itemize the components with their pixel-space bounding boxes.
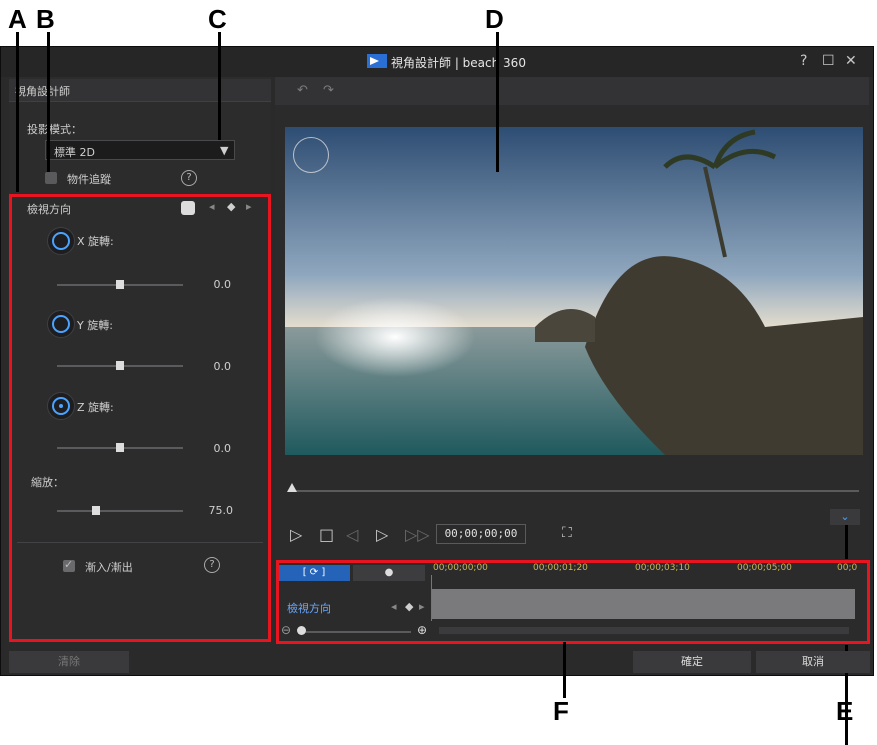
keyframe-next-icon[interactable]: ▸ <box>246 200 252 213</box>
fullscreen-icon[interactable]: ⛶ <box>562 525 572 541</box>
redo-icon[interactable]: ↷ <box>323 83 334 98</box>
preview-toolbar: ↶ ↷ <box>275 77 869 105</box>
zoom-label: 縮放： <box>31 476 64 489</box>
object-tracking-label: 物件追蹤 <box>67 173 111 186</box>
undo-icon[interactable]: ↶ <box>297 83 308 98</box>
projection-value: 標準 2D <box>54 146 95 159</box>
title-bar: 視角設計師 | beach 360 ? ☐ ✕ <box>1 47 873 77</box>
help-icon[interactable]: ? <box>204 557 220 573</box>
projection-dropdown[interactable]: 標準 2D ▼ <box>45 140 235 160</box>
maximize-button[interactable]: ☐ <box>822 53 835 69</box>
keyframe-add-icon[interactable]: ◆ <box>227 200 235 213</box>
callout-a-line <box>16 32 19 192</box>
clear-button[interactable]: 清除 <box>9 651 129 673</box>
zoom-slider[interactable] <box>57 510 183 512</box>
y-rotation-icon <box>47 310 75 338</box>
object-tracking-checkbox[interactable] <box>45 172 57 184</box>
video-preview[interactable] <box>285 127 863 455</box>
navigation-icon[interactable] <box>293 137 329 173</box>
z-rotation-value: 0.0 <box>213 442 232 455</box>
fast-forward-icon[interactable]: ▷▷ <box>405 525 430 544</box>
stopwatch-icon[interactable] <box>181 201 195 215</box>
prev-frame-icon[interactable]: ◁ <box>346 525 358 544</box>
help-button[interactable]: ? <box>800 53 807 69</box>
callout-d-line <box>496 32 499 172</box>
timecode-display: 00;00;00;00 <box>436 524 526 544</box>
x-rotation-label: X 旋轉: <box>77 235 114 248</box>
cancel-button[interactable]: 取消 <box>756 651 870 673</box>
app-logo-icon <box>367 54 387 68</box>
callout-b-line <box>47 32 50 172</box>
projection-label: 投影模式： <box>27 123 82 136</box>
designer-window: 視角設計師 | beach 360 ? ☐ ✕ 視角設計師 投影模式： 標準 2… <box>0 46 874 745</box>
x-rotation-thumb[interactable] <box>116 280 124 289</box>
divider <box>17 542 263 543</box>
highlight-d <box>284 126 285 127</box>
window-title: 視角設計師 | beach 360 <box>391 56 526 70</box>
z-rotation-label: Z 旋轉: <box>77 401 114 414</box>
ok-button[interactable]: 確定 <box>633 651 751 673</box>
next-frame-icon[interactable]: ▷ <box>376 525 388 544</box>
callout-f-line <box>563 642 566 698</box>
callout-f: F <box>553 696 569 726</box>
view-direction-label: 檢視方向 <box>27 203 71 216</box>
close-button[interactable]: ✕ <box>845 53 857 69</box>
callout-b: B <box>36 4 55 34</box>
x-rotation-value: 0.0 <box>213 278 232 291</box>
help-icon[interactable]: ? <box>181 170 197 186</box>
zoom-value: 75.0 <box>208 504 234 517</box>
chevron-down-icon: ▼ <box>220 144 229 157</box>
zoom-thumb[interactable] <box>92 506 100 515</box>
y-rotation-label: Y 旋轉: <box>77 319 113 332</box>
expand-timeline-button[interactable]: ⌄ <box>830 509 860 525</box>
x-rotation-icon <box>47 227 75 255</box>
fade-checkbox[interactable]: ✓ <box>63 558 75 572</box>
z-rotation-icon <box>47 392 75 420</box>
panel-title: 視角設計師 <box>15 85 70 98</box>
stop-icon[interactable]: □ <box>319 525 334 544</box>
highlight-f <box>276 560 870 644</box>
keyframe-prev-icon[interactable]: ◂ <box>209 200 215 213</box>
callout-d: D <box>485 4 504 34</box>
z-rotation-thumb[interactable] <box>116 443 124 452</box>
y-rotation-thumb[interactable] <box>116 361 124 370</box>
callout-a: A <box>8 4 27 34</box>
play-icon[interactable]: ▷ <box>290 525 302 544</box>
callout-c: C <box>208 4 227 34</box>
y-rotation-value: 0.0 <box>213 360 232 373</box>
scrub-bar[interactable] <box>291 490 859 492</box>
fade-label: 漸入/漸出 <box>85 561 133 574</box>
callout-c-line <box>218 32 221 140</box>
scrub-playhead[interactable] <box>287 483 297 492</box>
